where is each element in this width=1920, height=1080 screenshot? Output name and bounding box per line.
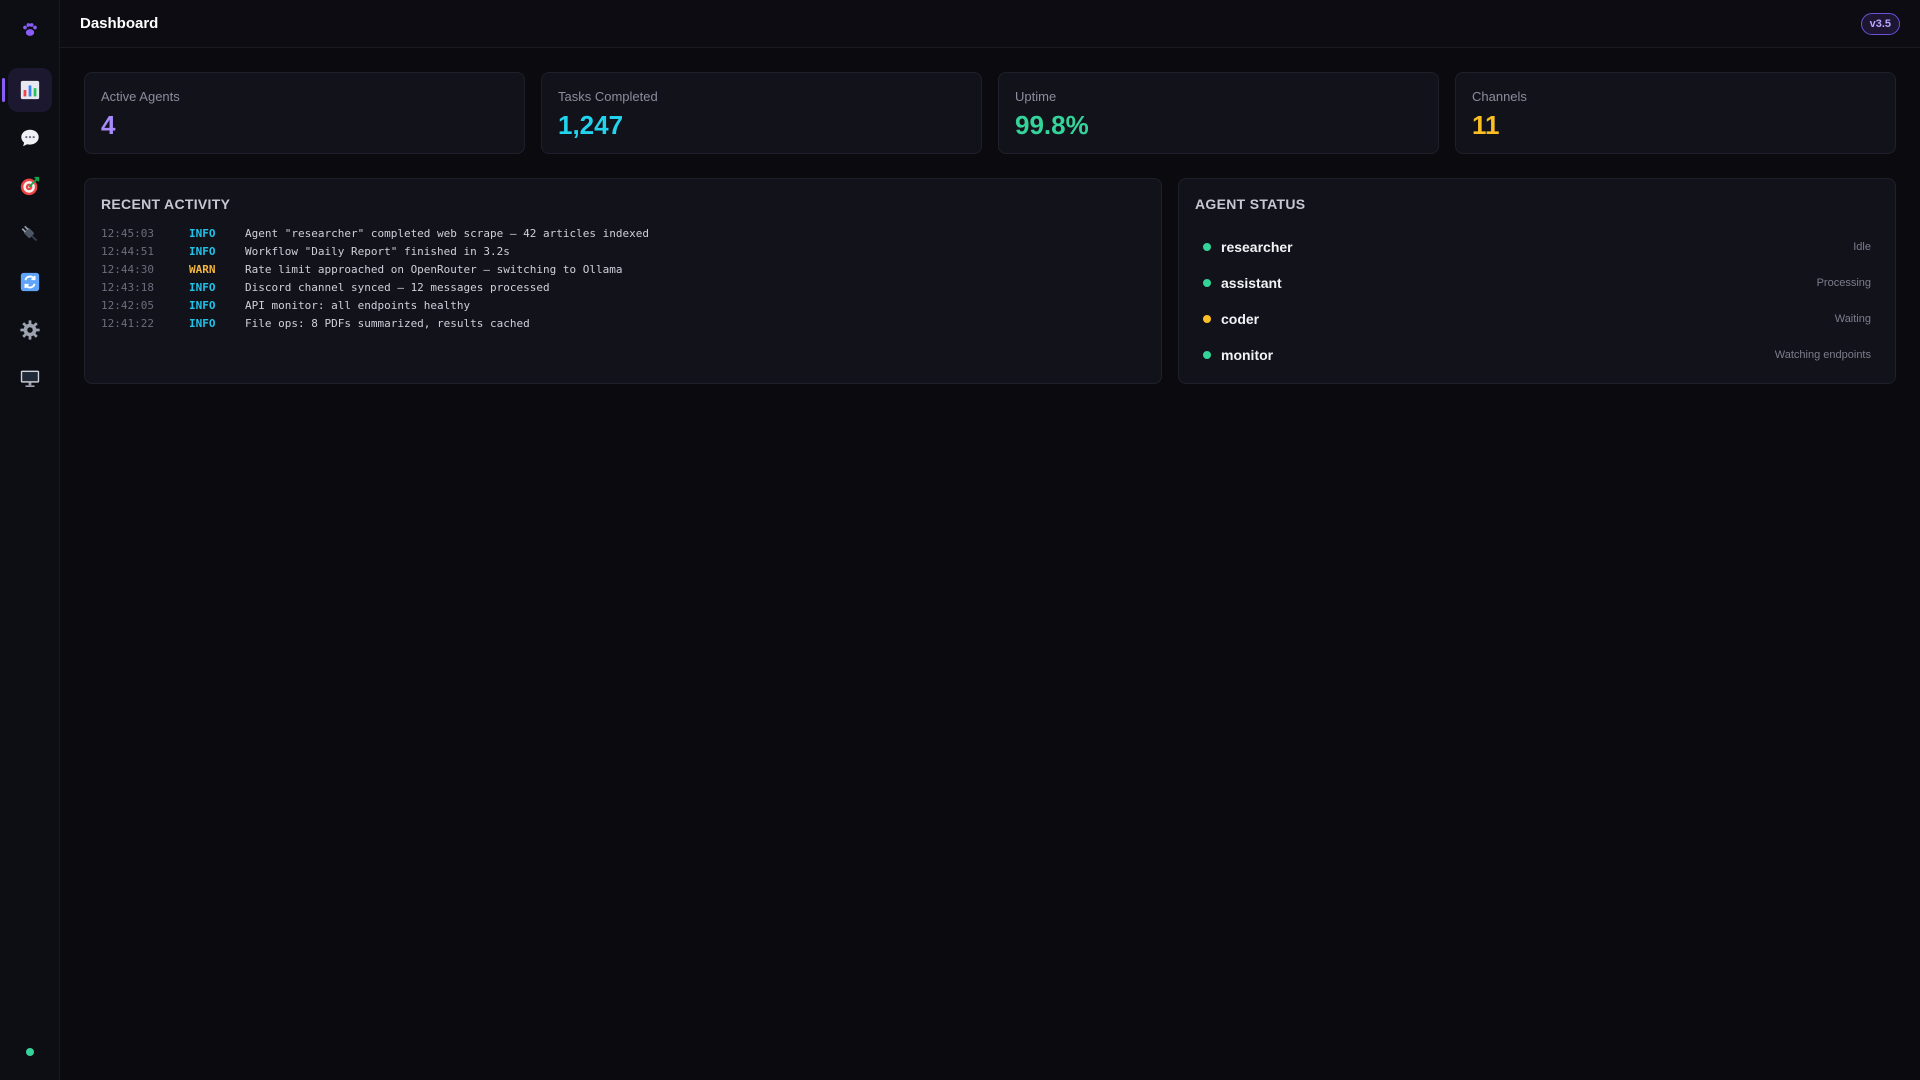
panel-title: RECENT ACTIVITY xyxy=(101,196,231,212)
sidebar-nav xyxy=(0,68,60,404)
stat-card-uptime: Uptime 99.8% xyxy=(998,72,1439,154)
chat-bubble-icon xyxy=(21,129,39,147)
panel-title: AGENT STATUS xyxy=(1195,196,1306,212)
sidebar-item-goals[interactable] xyxy=(8,164,52,208)
agent-name: researcher xyxy=(1221,239,1293,255)
stat-card-tasks-completed: Tasks Completed 1,247 xyxy=(541,72,982,154)
monitor-icon xyxy=(20,370,40,387)
agent-status-dot xyxy=(1203,315,1211,323)
log-level: INFO xyxy=(189,227,216,240)
log-time: 12:44:51 xyxy=(101,245,154,258)
agent-name: coder xyxy=(1221,311,1260,327)
log-level: INFO xyxy=(189,245,216,258)
stat-value: 99.8% xyxy=(1015,110,1089,140)
log-message: API monitor: all endpoints healthy xyxy=(245,299,471,312)
agent-row-monitor[interactable]: monitor Watching endpoints xyxy=(1203,337,1871,373)
log-level: WARN xyxy=(189,263,216,276)
connection-status-dot xyxy=(26,1048,34,1056)
stats-row: Active Agents 4 Tasks Completed 1,247 Up… xyxy=(84,72,1896,154)
log-time: 12:44:30 xyxy=(101,263,154,276)
sidebar-item-integrations[interactable] xyxy=(8,212,52,256)
agent-status-panel: AGENT STATUS researcher Idle assistant P… xyxy=(1178,178,1896,384)
log-message: Workflow "Daily Report" finished in 3.2s xyxy=(245,245,510,258)
log-time: 12:45:03 xyxy=(101,227,154,240)
agent-name: monitor xyxy=(1221,347,1274,363)
log-row: 12:41:22 INFO File ops: 8 PDFs summarize… xyxy=(101,315,1145,333)
log-level: INFO xyxy=(189,281,216,294)
agent-status-dot xyxy=(1203,243,1211,251)
log-message: File ops: 8 PDFs summarized, results cac… xyxy=(245,317,530,330)
log-time: 12:42:05 xyxy=(101,299,154,312)
agent-status-dot xyxy=(1203,351,1211,359)
gear-icon xyxy=(20,320,40,340)
sidebar xyxy=(0,0,60,1080)
agent-list: researcher Idle assistant Processing cod… xyxy=(1203,229,1871,373)
stat-label: Channels xyxy=(1472,89,1527,104)
sidebar-item-settings[interactable] xyxy=(8,308,52,352)
log-row: 12:43:18 INFO Discord channel synced — 1… xyxy=(101,279,1145,297)
stat-value: 4 xyxy=(101,110,116,140)
log-message: Rate limit approached on OpenRouter — sw… xyxy=(245,263,623,276)
top-header: Dashboard v3.5 xyxy=(60,0,1920,48)
agent-status-dot xyxy=(1203,279,1211,287)
log-level: INFO xyxy=(189,299,216,312)
log-message: Discord channel synced — 12 messages pro… xyxy=(245,281,550,294)
refresh-icon xyxy=(20,272,40,292)
log-row: 12:42:05 INFO API monitor: all endpoints… xyxy=(101,297,1145,315)
log-time: 12:43:18 xyxy=(101,281,154,294)
agent-state: Waiting xyxy=(1834,313,1871,325)
agent-name: assistant xyxy=(1221,275,1282,291)
log-message: Agent "researcher" completed web scrape … xyxy=(245,227,649,240)
agent-row-researcher[interactable]: researcher Idle xyxy=(1203,229,1871,265)
agent-state: Idle xyxy=(1853,241,1871,253)
stat-label: Active Agents xyxy=(101,89,180,104)
stat-label: Uptime xyxy=(1015,89,1057,104)
log-row: 12:44:51 INFO Workflow "Daily Report" fi… xyxy=(101,243,1145,261)
paw-icon[interactable] xyxy=(18,18,42,42)
agent-state: Watching endpoints xyxy=(1774,349,1871,361)
bar-chart-icon xyxy=(20,80,40,100)
agent-state: Processing xyxy=(1816,277,1871,289)
recent-activity-panel: RECENT ACTIVITY 12:45:03 INFO Agent "res… xyxy=(84,178,1162,384)
version-badge: v3.5 xyxy=(1860,13,1900,35)
stat-value: 1,247 xyxy=(558,110,624,140)
stat-card-channels: Channels 11 xyxy=(1455,72,1896,154)
agent-row-coder[interactable]: coder Waiting xyxy=(1203,301,1871,337)
sidebar-item-workflows[interactable] xyxy=(8,260,52,304)
target-icon xyxy=(20,176,40,196)
log-row: 12:44:30 WARN Rate limit approached on O… xyxy=(101,261,1145,279)
log-row: 12:45:03 INFO Agent "researcher" complet… xyxy=(101,225,1145,243)
sidebar-item-dashboard[interactable] xyxy=(2,68,52,112)
app-root: Dashboard v3.5 Active Agents 4 Tasks Com… xyxy=(0,0,1920,1080)
sidebar-item-chat[interactable] xyxy=(8,116,52,160)
log-level: INFO xyxy=(189,317,216,330)
page-title: Dashboard xyxy=(80,15,159,32)
stat-card-active-agents: Active Agents 4 xyxy=(84,72,525,154)
log-time: 12:41:22 xyxy=(101,317,154,330)
activity-log[interactable]: 12:45:03 INFO Agent "researcher" complet… xyxy=(101,225,1145,333)
agent-row-assistant[interactable]: assistant Processing xyxy=(1203,265,1871,301)
sidebar-item-devices[interactable] xyxy=(8,356,52,400)
stat-value: 11 xyxy=(1472,110,1500,140)
stat-label: Tasks Completed xyxy=(558,89,658,104)
plug-icon xyxy=(21,225,38,242)
